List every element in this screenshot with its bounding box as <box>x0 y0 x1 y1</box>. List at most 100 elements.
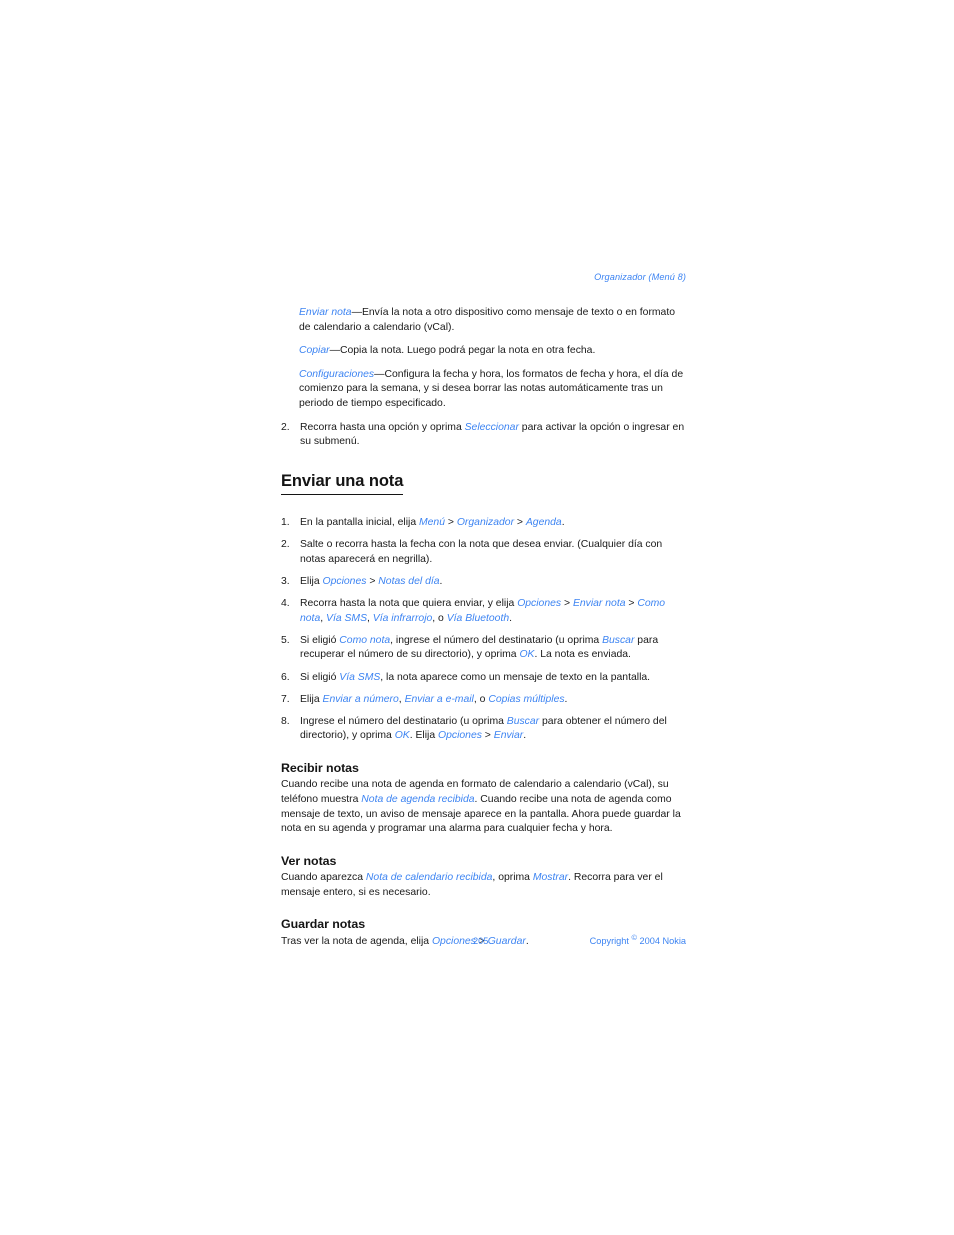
list-item: 5. Si eligió Como nota, ingrese el número… <box>281 634 686 663</box>
content-column: Organizador (Menú 8) Enviar nota—Envía l… <box>281 272 686 950</box>
list-item-number: 2. <box>281 539 290 551</box>
term-label: Enviar nota <box>299 307 352 319</box>
term-dash: — <box>374 368 385 380</box>
run-text: > <box>445 517 457 529</box>
ui-literal: Menú <box>419 517 445 529</box>
ui-literal: Vía SMS <box>339 671 381 683</box>
subsection-heading: Ver notas <box>281 853 337 868</box>
run-text: . <box>509 612 513 624</box>
run-text: > <box>514 517 526 529</box>
ui-literal: Nota de agenda recibida <box>361 793 475 805</box>
list-item-number: 6. <box>281 671 290 683</box>
ui-literal: OK <box>394 730 410 742</box>
section-title-wrap: Enviar una nota <box>281 450 686 505</box>
run-text: > <box>625 598 638 610</box>
ui-literal: Buscar <box>602 634 635 646</box>
run-text: Salte o recorra hasta la fecha con la no… <box>300 539 663 565</box>
copyright-notice: Copyright © 2004 Nokia <box>589 934 687 946</box>
definition-copiar: Copiar—Copia la nota. Luego podrá pegar … <box>281 344 686 359</box>
list-item: 4. Recorra hasta la nota que quiera envia… <box>281 597 686 626</box>
run-text: > <box>561 598 573 610</box>
page-number: 205 <box>473 936 489 946</box>
ui-literal: Notas del día <box>378 576 440 588</box>
ui-literal: Copias múltiples <box>488 693 565 705</box>
ui-literal: Organizador <box>456 517 515 529</box>
ui-literal: Vía Bluetooth <box>446 612 510 624</box>
subsection-body: Cuando aparezca Nota de calendario recib… <box>281 871 686 900</box>
ui-literal: Vía infrarrojo <box>372 612 433 624</box>
subsection-container: Recibir notas Cuando recibe una nota de a… <box>281 761 686 950</box>
term-label: Copiar <box>299 345 330 357</box>
intro-step-list: 2. Recorra hasta una opción y oprima Sele… <box>281 421 686 450</box>
list-item: 7. Elija Enviar a número, Enviar a e-mail… <box>281 693 686 708</box>
list-item: 2. Salte o recorra hasta la fecha con la … <box>281 538 686 567</box>
ui-literal: Enviar a e-mail <box>404 693 474 705</box>
list-item-number: 3. <box>281 576 290 588</box>
ui-literal: Como nota <box>339 634 391 646</box>
run-text: Si eligió <box>300 634 340 646</box>
run-text: . <box>523 730 527 742</box>
run-text: > <box>366 576 379 588</box>
ui-literal: Opciones <box>517 598 562 610</box>
list-item: 2. Recorra hasta una opción y oprima Sele… <box>281 421 686 450</box>
run-text: En la pantalla inicial, elija <box>300 517 419 529</box>
term-dash: — <box>329 345 340 357</box>
ui-literal: Agenda <box>525 517 562 529</box>
ui-literal: Nota de calendario recibida <box>365 872 493 884</box>
run-text: . Elija <box>409 730 439 742</box>
ui-literal: Opciones <box>438 730 482 742</box>
term-text: Copia la nota. Luego podrá pegar la nota… <box>340 345 596 357</box>
ui-literal: Buscar <box>506 715 540 727</box>
list-item: 3. Elija Opciones > Notas del día. <box>281 575 686 590</box>
ui-literal: Enviar a número <box>322 693 399 705</box>
ui-literal: Seleccionar <box>464 421 519 433</box>
list-item: 6. Si eligió Vía SMS, la nota aparece com… <box>281 671 686 686</box>
subsection-heading: Recibir notas <box>281 760 359 775</box>
run-text: . <box>439 576 443 588</box>
send-note-step-list: 1. En la pantalla inicial, elija Menú > O… <box>281 516 686 744</box>
run-text: , o <box>432 612 447 624</box>
ui-literal: Vía SMS <box>326 612 368 624</box>
page-title: Enviar una nota <box>281 472 403 496</box>
term-label: Configuraciones <box>299 368 375 380</box>
subsection-heading: Guardar notas <box>281 917 366 932</box>
run-text: Si eligió <box>300 671 340 683</box>
list-item-number: 8. <box>281 715 290 727</box>
intro-definition-list: Enviar nota—Envía la nota a otro disposi… <box>281 306 686 412</box>
list-item-number: 5. <box>281 634 290 646</box>
run-text: , oprima <box>492 872 533 884</box>
list-item: 8. Ingrese el número del destinatario (u … <box>281 715 686 744</box>
term-dash: — <box>351 307 362 319</box>
step-text-pre: Recorra hasta una opción y oprima <box>300 421 465 433</box>
document-page: Organizador (Menú 8) Enviar nota—Envía l… <box>0 0 954 1235</box>
ui-literal: Enviar nota <box>572 598 626 610</box>
run-text: Recorra hasta la nota que quiera enviar,… <box>300 598 518 610</box>
run-text: Elija <box>300 693 323 705</box>
list-item-number: 2. <box>281 421 290 433</box>
ui-literal: Opciones <box>322 576 367 588</box>
list-item-number: 7. <box>281 693 290 705</box>
definition-enviar-nota: Enviar nota—Envía la nota a otro disposi… <box>281 306 686 335</box>
run-text: Ingrese el número del destinatario (u op… <box>300 715 507 727</box>
run-text: , o <box>473 693 489 705</box>
run-text: . <box>561 517 565 529</box>
running-head: Organizador (Menú 8) <box>594 272 686 282</box>
run-text: . La nota es enviada. <box>534 649 631 661</box>
list-item: 1. En la pantalla inicial, elija Menú > O… <box>281 516 686 531</box>
list-item-number: 4. <box>281 598 290 610</box>
definition-configuraciones: Configuraciones—Configura la fecha y hor… <box>281 368 686 412</box>
run-text: , la nota aparece como un mensaje de tex… <box>380 671 651 683</box>
run-text: . <box>564 693 568 705</box>
list-item-number: 1. <box>281 517 290 529</box>
run-text: , ingrese el número del destinatario (u … <box>390 634 603 646</box>
subsection-body: Cuando recibe una nota de agenda en form… <box>281 778 686 836</box>
ui-literal: OK <box>519 649 535 661</box>
copyright-pre: Copyright <box>589 936 632 946</box>
run-text: Elija <box>300 576 323 588</box>
page-footer: 205 Copyright © 2004 Nokia <box>281 934 687 952</box>
ui-literal: Mostrar <box>532 872 569 884</box>
run-text: > <box>481 730 494 742</box>
ui-literal: Enviar <box>493 730 524 742</box>
copyright-post: 2004 Nokia <box>636 936 687 946</box>
run-text: Cuando aparezca <box>281 872 366 884</box>
